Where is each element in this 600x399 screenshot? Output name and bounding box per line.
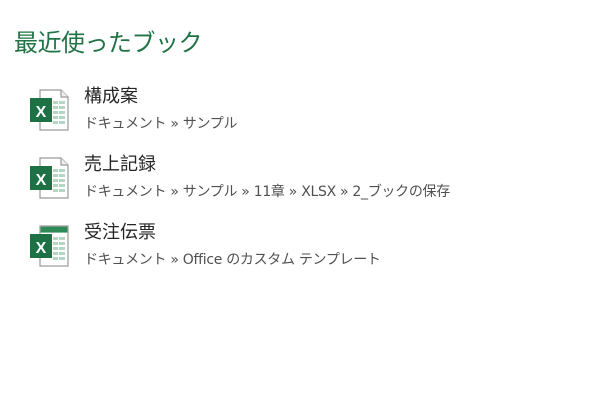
file-name: 構成案: [84, 86, 138, 107]
file-path: ドキュメント » Office のカスタム テンプレート: [84, 252, 381, 268]
file-name: 受注伝票: [84, 222, 156, 243]
svg-text:X: X: [36, 240, 47, 257]
recent-item-3[interactable]: X 受注伝票 ドキュメント » Office のカスタム テンプレート: [0, 220, 600, 288]
recent-item-1[interactable]: X 構成案 ドキュメント » サンプル: [0, 84, 600, 152]
recent-item-2[interactable]: X 売上記録 ドキュメント » サンプル » 11章 » XLSX » 2_ブッ…: [0, 152, 600, 220]
file-name: 売上記録: [84, 154, 156, 175]
svg-text:X: X: [36, 104, 47, 121]
excel-workbook-icon: X: [30, 89, 69, 131]
section-title: 最近使ったブック: [14, 29, 203, 57]
file-path: ドキュメント » サンプル: [84, 116, 238, 132]
excel-template-icon: X: [30, 225, 69, 267]
recent-workbooks-list: X 構成案 ドキュメント » サンプル X 売上記録 ドキュメント » サンプル…: [0, 84, 600, 288]
recent-workbooks-panel: 最近使ったブック X 構成案 ドキュメント » サンプル X 売上記録 ドキュメ…: [0, 0, 600, 399]
file-path: ドキュメント » サンプル » 11章 » XLSX » 2_ブックの保存: [84, 184, 450, 200]
excel-workbook-icon: X: [30, 157, 69, 199]
svg-text:X: X: [36, 172, 47, 189]
